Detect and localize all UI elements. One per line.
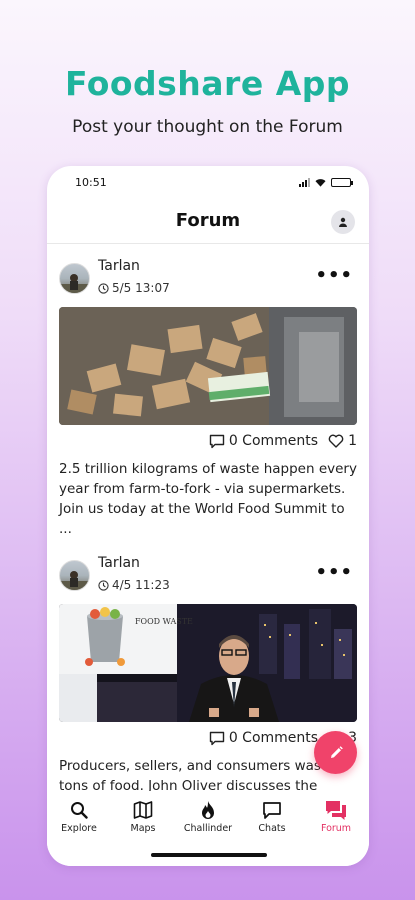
hero-title: Foodshare App [64,64,350,103]
pencil-icon [330,745,343,758]
avatar[interactable] [59,560,90,591]
tab-chats[interactable]: Chats [242,797,302,834]
image-caption: FOOD WASTE [135,617,193,626]
post-time: 5/5 13:07 [98,281,170,295]
tab-label: Maps [130,823,156,834]
tab-challinder[interactable]: Challinder [178,797,238,834]
avatar[interactable] [59,263,90,294]
tab-maps[interactable]: Maps [113,797,173,834]
post-text[interactable]: Producers, sellers, and consumers waste … [59,756,357,791]
forum-icon [326,801,346,820]
tab-label: Chats [258,823,286,834]
comments-button[interactable]: 0 Comments [209,433,318,449]
post-timestamp: 4/5 11:23 [112,578,170,592]
tab-label: Forum [320,823,352,834]
post-image[interactable]: FOOD WASTE [59,604,357,722]
chat-icon [263,801,281,819]
clock-icon [98,282,109,294]
hero-subtitle: Post your thought on the Forum [72,117,343,137]
post-actions: 0 Comments 1 [209,433,357,449]
flame-icon [202,801,214,819]
forum-post[interactable]: Tarlan 5/5 13:07 ••• 0 Comments 1 2.5 tr… [59,245,357,545]
post-author[interactable]: Tarlan [98,555,140,571]
comment-count: 0 Comments [228,730,319,746]
wifi-icon [315,179,326,187]
more-options-icon[interactable]: ••• [315,562,353,583]
search-icon [71,802,88,819]
status-bar: 10:51 [75,176,353,192]
post-text[interactable]: 2.5 trillion kilograms of waste happen e… [59,459,357,539]
tab-forum[interactable]: Forum [306,797,366,834]
new-post-button[interactable] [314,731,357,774]
more-options-icon[interactable]: ••• [315,265,353,286]
forum-post[interactable]: Tarlan 4/5 11:23 ••• FOOD WASTE 0 Commen… [59,542,357,791]
comment-count: 0 Comments [228,433,319,449]
like-count: 1 [348,433,357,449]
app-bar: Forum [47,196,369,244]
post-image[interactable] [59,307,357,425]
comments-button[interactable]: 0 Comments [209,730,318,746]
user-icon [339,217,347,227]
page-title: Forum [175,210,241,231]
forum-feed[interactable]: Tarlan 5/5 13:07 ••• 0 Comments 1 2.5 tr… [47,245,369,791]
post-author[interactable]: Tarlan [98,258,140,274]
profile-button[interactable] [331,210,355,234]
heart-icon [328,434,344,448]
comment-icon [209,434,225,448]
clock-icon [98,579,109,591]
post-timestamp: 5/5 13:07 [112,281,170,295]
phone-frame: 10:51 Forum Tarlan 5/5 13:07 ••• 0 Comme… [47,166,369,866]
signal-icon [299,178,310,187]
like-button[interactable]: 1 [328,433,357,449]
tab-label: Challinder [183,823,233,834]
battery-icon [331,178,353,187]
tab-explore[interactable]: Explore [49,797,109,834]
bottom-tab-bar: Explore Maps Challinder Chats Forum [47,791,369,866]
status-time: 10:51 [75,176,107,189]
map-icon [133,801,153,819]
home-indicator[interactable] [151,853,267,857]
comment-icon [209,731,225,745]
tab-label: Explore [61,823,97,834]
post-time: 4/5 11:23 [98,578,170,592]
